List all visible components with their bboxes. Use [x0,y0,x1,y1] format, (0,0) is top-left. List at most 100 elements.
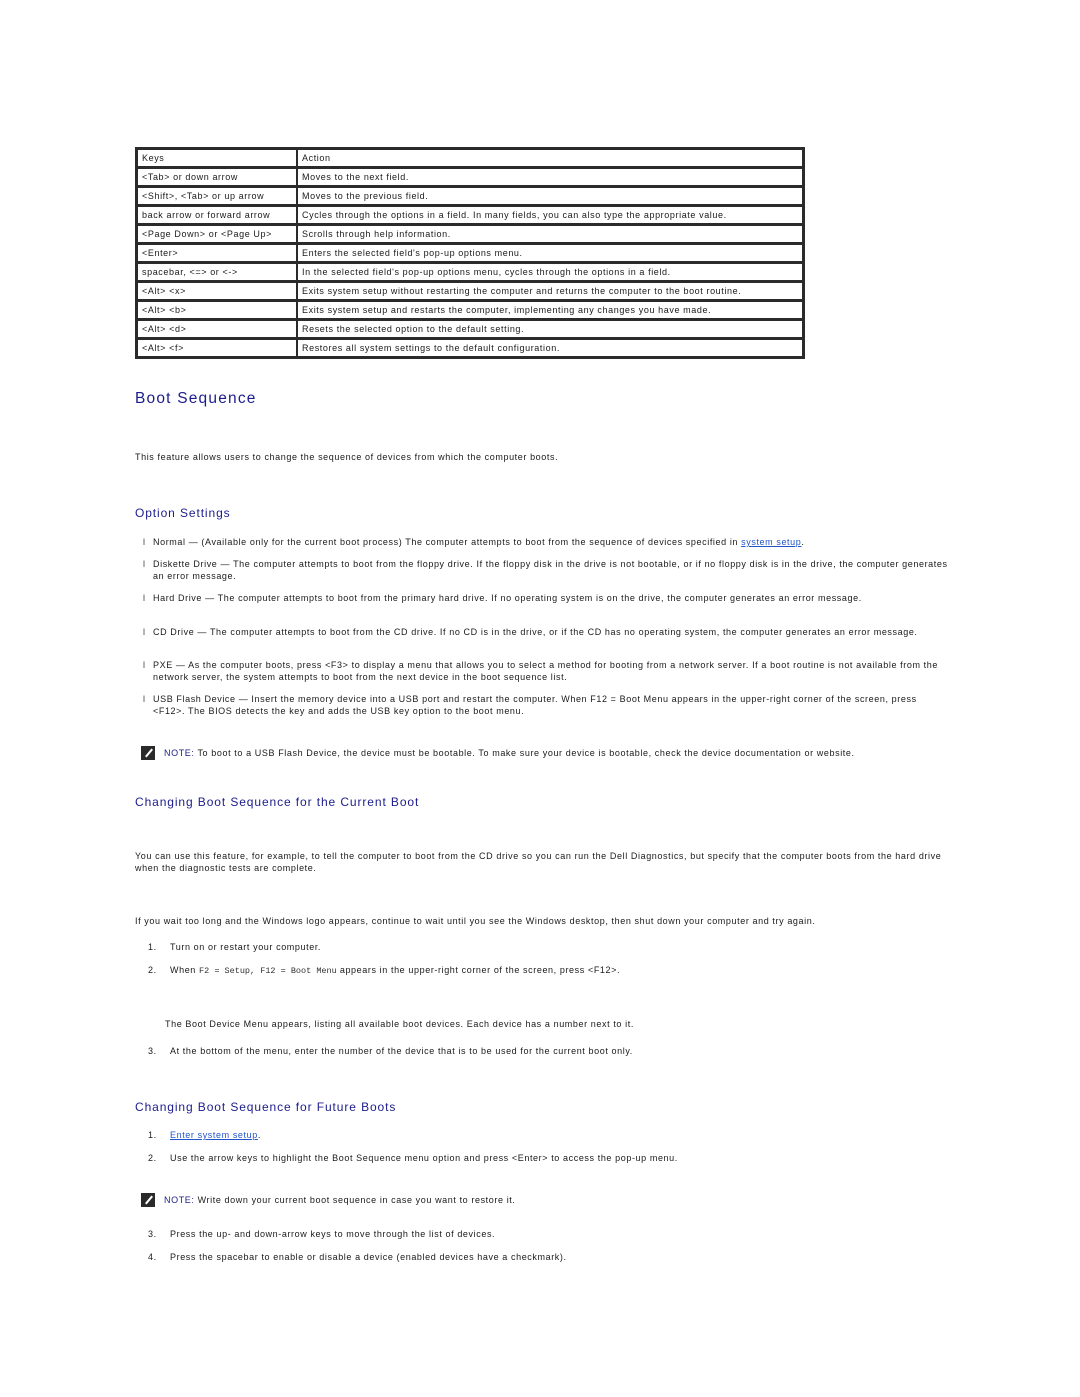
step-text: At the bottom of the menu, enter the num… [170,1046,633,1056]
keys-table: Keys Action <Tab> or down arrow Moves to … [135,147,805,359]
note-usb-flash: NOTE: To boot to a USB Flash Device, the… [164,747,855,759]
option-item-usb-flash: l USB Flash Device — Insert the memory d… [143,693,948,717]
note-pencil-icon [141,1193,155,1207]
current-boot-paragraph-1: You can use this feature, for example, t… [135,851,942,873]
option-item-cd-drive: l CD Drive — The computer attempts to bo… [143,626,948,638]
step-number: 2. [148,1153,157,1163]
current-boot-paragraph-2: If you wait too long and the Windows log… [135,916,816,926]
option-text: The computer attempts to boot from the p… [214,593,862,603]
current-boot-step-3: 3. At the bottom of the menu, enter the n… [148,1045,633,1057]
option-text: The computer attempts to boot from the f… [153,559,948,581]
step-text: Turn on or restart your computer. [170,942,322,952]
option-lead: Normal — [153,537,199,547]
header-keys: Keys [137,149,297,167]
action-cell: Cycles through the options in a field. I… [297,205,803,224]
step-number: 3. [148,1229,157,1239]
action-cell: Moves to the previous field. [297,186,803,205]
key-cell: <Shift>, <Tab> or up arrow [137,186,297,205]
note-label: NOTE: [164,748,195,758]
key-cell: <Page Down> or <Page Up> [137,224,297,243]
table-row: <Page Down> or <Page Up> Scrolls through … [137,224,803,243]
table-header-row: Keys Action [137,149,803,167]
note-pencil-icon [141,746,155,760]
key-cell: <Tab> or down arrow [137,167,297,186]
table-row: <Alt> <f> Restores all system settings to… [137,338,803,357]
header-action: Action [297,149,803,167]
step-tail: . [257,1130,261,1140]
action-cell: Moves to the next field. [297,167,803,186]
future-boot-step-3: 3. Press the up- and down-arrow keys to m… [148,1228,495,1240]
action-cell: In the selected field's pop-up options m… [297,262,803,281]
step-number: 2. [148,965,157,975]
future-boots-heading: Changing Boot Sequence for Future Boots [135,1100,397,1114]
table-row: <Alt> <b> Exits system setup and restarts… [137,300,803,319]
future-boot-step-4: 4. Press the spacebar to enable or disabl… [148,1251,567,1263]
option-item-normal: l Normal — (Available only for the curre… [143,536,948,548]
option-lead: CD Drive — [153,627,208,637]
action-cell: Scrolls through help information. [297,224,803,243]
note-boot-sequence: NOTE: Write down your current boot seque… [164,1194,516,1206]
option-text: The computer attempts to boot from the C… [207,627,918,637]
step-number: 4. [148,1252,157,1262]
boot-device-menu-note: The Boot Device Menu appears, listing al… [165,1019,634,1029]
step-number: 3. [148,1046,157,1056]
table-row: <Alt> <d> Resets the selected option to t… [137,319,803,338]
table-row: <Alt> <x> Exits system setup without rest… [137,281,803,300]
option-lead: USB Flash Device — [153,694,249,704]
step-text: Use the arrow keys to highlight the Boot… [170,1153,678,1163]
key-cell: back arrow or forward arrow [137,205,297,224]
option-text: (Available only for the current boot pro… [198,537,742,547]
enter-system-setup-link[interactable]: Enter system setup [170,1130,258,1140]
future-boot-step-2: 2. Use the arrow keys to highlight the Bo… [148,1152,678,1164]
note-label: NOTE: [164,1195,195,1205]
option-tail: . [801,537,805,547]
option-text: As the computer boots, press <F3> to dis… [153,660,938,682]
step-text-pre: When [170,965,200,975]
step-code: F2 = Setup, F12 = Boot Menu [199,966,337,976]
key-cell: spacebar, <=> or <-> [137,262,297,281]
current-boot-step-1: 1. Turn on or restart your computer. [148,941,321,953]
option-item-hard-drive: l Hard Drive — The computer attempts to … [143,592,948,604]
table-row: spacebar, <=> or <-> In the selected fiel… [137,262,803,281]
intro-paragraph: This feature allows users to change the … [135,452,559,462]
current-boot-heading: Changing Boot Sequence for the Current B… [135,795,420,809]
table-row: <Tab> or down arrow Moves to the next fie… [137,167,803,186]
table-row: <Shift>, <Tab> or up arrow Moves to the p… [137,186,803,205]
key-cell: <Alt> <x> [137,281,297,300]
step-text-post: appears in the upper-right corner of the… [336,965,621,975]
step-text: Press the spacebar to enable or disable … [170,1252,567,1262]
system-setup-link[interactable]: system setup [741,537,801,547]
key-cell: <Enter> [137,243,297,262]
action-cell: Exits system setup and restarts the comp… [297,300,803,319]
bullet-icon: l [143,593,146,603]
table-row: <Enter> Enters the selected field's pop-u… [137,243,803,262]
option-lead: Hard Drive — [153,593,215,603]
table-row: back arrow or forward arrow Cycles throug… [137,205,803,224]
step-number: 1. [148,1130,157,1140]
current-boot-step-2: 2. When F2 = Setup, F12 = Boot Menu appea… [148,964,620,977]
bullet-icon: l [143,559,146,569]
action-cell: Resets the selected option to the defaul… [297,319,803,338]
bullet-icon: l [143,537,146,547]
bullet-icon: l [143,627,146,637]
bullet-icon: l [143,694,146,704]
note-text: Write down your current boot sequence in… [194,1195,516,1205]
key-cell: <Alt> <f> [137,338,297,357]
key-cell: <Alt> <d> [137,319,297,338]
action-cell: Exits system setup without restarting th… [297,281,803,300]
action-cell: Enters the selected field's pop-up optio… [297,243,803,262]
option-item-pxe: l PXE — As the computer boots, press <F3… [143,659,948,683]
future-boot-step-1: 1. Enter system setup. [148,1129,261,1141]
option-lead: PXE — [153,660,186,670]
option-lead: Diskette Drive — [153,559,231,569]
option-text: Insert the memory device into a USB port… [153,694,917,716]
key-cell: <Alt> <b> [137,300,297,319]
step-text: Press the up- and down-arrow keys to mov… [170,1229,496,1239]
note-text: To boot to a USB Flash Device, the devic… [194,748,855,758]
option-settings-heading: Option Settings [135,506,231,520]
page-title: Boot Sequence [135,390,257,407]
step-number: 1. [148,942,157,952]
option-item-diskette: l Diskette Drive — The computer attempts… [143,558,948,582]
action-cell: Restores all system settings to the defa… [297,338,803,357]
bullet-icon: l [143,660,146,670]
